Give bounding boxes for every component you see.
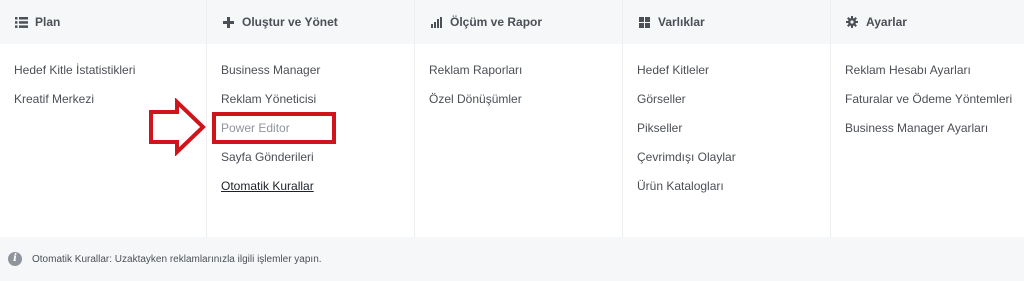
menu-item-reklam-hesabi-ayarlari[interactable]: Reklam Hesabı Ayarları — [831, 62, 1024, 91]
info-icon: i — [8, 252, 22, 266]
column-header-label: Oluştur ve Yönet — [242, 15, 338, 29]
menu-item-sayfa-gonderileri[interactable]: Sayfa Gönderileri — [207, 149, 414, 178]
column-header-olustur-ve-yonet: Oluştur ve Yönet — [207, 0, 414, 44]
grid-icon — [637, 15, 651, 29]
menu-item-faturalar-ve-odeme-yontemleri[interactable]: Faturalar ve Ödeme Yöntemleri — [831, 91, 1024, 120]
column-header-label: Ayarlar — [866, 15, 907, 29]
column-header-label: Plan — [35, 15, 61, 29]
list-icon — [14, 15, 28, 29]
gear-icon — [845, 15, 859, 29]
menu-item-hedef-kitleler[interactable]: Hedef Kitleler — [623, 62, 830, 91]
column-items: Hedef Kitleler Görseller Pikseller Çevri… — [623, 44, 830, 207]
column-header-varliklar: Varlıklar — [623, 0, 830, 44]
menu-item-business-manager-ayarlari[interactable]: Business Manager Ayarları — [831, 120, 1024, 149]
column-header-ayarlar: Ayarlar — [831, 0, 1024, 44]
menu-item-reklam-raporlari[interactable]: Reklam Raporları — [415, 62, 622, 91]
plus-icon — [221, 15, 235, 29]
menu-item-business-manager[interactable]: Business Manager — [207, 62, 414, 91]
menu-item-pikseller[interactable]: Pikseller — [623, 120, 830, 149]
column-header-label: Varlıklar — [658, 15, 705, 29]
footer-tip-bar: i Otomatik Kurallar: Uzaktayken reklamla… — [0, 237, 1024, 281]
column-header-label: Ölçüm ve Rapor — [450, 15, 543, 29]
bar-chart-icon — [429, 15, 443, 29]
menu-item-gorseller[interactable]: Görseller — [623, 91, 830, 120]
highlight-box — [212, 112, 336, 144]
column-items: Reklam Raporları Özel Dönüşümler — [415, 44, 622, 120]
column-varliklar: Varlıklar Hedef Kitleler Görseller Pikse… — [623, 0, 831, 237]
column-header-olcum-ve-rapor: Ölçüm ve Rapor — [415, 0, 622, 44]
column-olcum-ve-rapor: Ölçüm ve Rapor Reklam Raporları Özel Dön… — [415, 0, 623, 237]
column-ayarlar: Ayarlar Reklam Hesabı Ayarları Faturalar… — [831, 0, 1024, 237]
menu-item-cevrimdisi-olaylar[interactable]: Çevrimdışı Olaylar — [623, 149, 830, 178]
menu-item-urun-kataloglari[interactable]: Ürün Katalogları — [623, 178, 830, 207]
column-header-plan: Plan — [0, 0, 206, 44]
menu-item-otomatik-kurallar[interactable]: Otomatik Kurallar — [207, 178, 414, 207]
footer-tip-text: Otomatik Kurallar: Uzaktayken reklamları… — [32, 253, 322, 265]
menu-item-ozel-donusumler[interactable]: Özel Dönüşümler — [415, 91, 622, 120]
column-items: Reklam Hesabı Ayarları Faturalar ve Ödem… — [831, 44, 1024, 149]
menu-item-hedef-kitle-istatistikleri[interactable]: Hedef Kitle İstatistikleri — [0, 62, 206, 91]
right-arrow-outline-icon — [149, 98, 206, 156]
